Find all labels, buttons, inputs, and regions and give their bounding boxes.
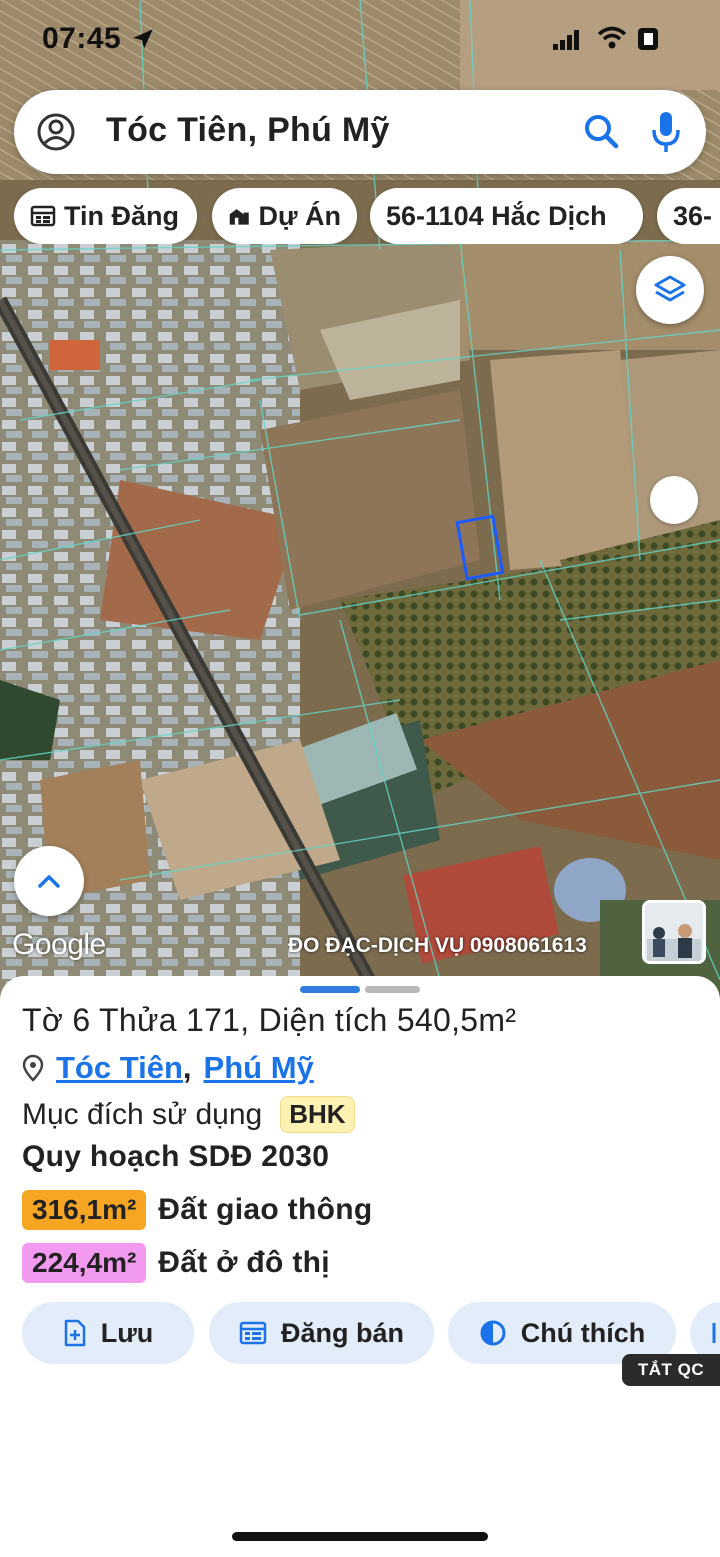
post-sale-button-label: Đăng bán (280, 1317, 404, 1348)
filter-chips: Tin Đăng Dự Án 56-1104 Hắc Dịch 36- (14, 188, 720, 244)
planning-title: Quy hoạch SDĐ 2030 (22, 1140, 330, 1173)
home-indicator[interactable] (232, 1532, 488, 1541)
location-arrow-icon (133, 29, 153, 49)
advertiser-thumbnail[interactable] (642, 900, 706, 964)
parcel-info-sheet: Tờ 6 Thửa 171, Diện tích 540,5m² Tóc Tiê… (0, 976, 720, 1557)
search-input[interactable]: Tóc Tiên, Phú Mỹ (106, 111, 390, 150)
zone-label: Đất ở đô thị (158, 1246, 330, 1279)
purpose-code-badge: BHK (280, 1096, 355, 1133)
chip-label: 56-1104 Hắc Dịch (386, 200, 607, 231)
chip-parcel-search[interactable]: 56-1104 Hắc Dịch (370, 188, 643, 244)
calendar-icon (239, 1321, 267, 1345)
wifi-icon (597, 26, 627, 49)
chip-label: 36- (673, 200, 713, 231)
sheet-handle-inactive[interactable] (365, 986, 420, 993)
zone-row: 224,4m² Đất ở đô thị (22, 1243, 330, 1283)
parcel-title: Tờ 6 Thửa 171, Diện tích 540,5m² (22, 1002, 517, 1038)
action-buttons: Lưu Đăng bán Chú thích (0, 1302, 720, 1364)
zone-label: Đất giao thông (158, 1193, 373, 1226)
purpose-label: Mục đích sử dụng (22, 1097, 263, 1131)
satellite-map[interactable]: 07:45 Tóc Tiên, Phú Mỹ Tin Đăng Dự Án 56… (0, 0, 720, 1000)
post-sale-button[interactable]: Đăng bán (209, 1302, 434, 1364)
signal-icon (553, 30, 579, 50)
file-add-icon (64, 1319, 85, 1347)
legend-button-label: Chú thích (520, 1317, 646, 1348)
chip-du-an[interactable]: Dự Án (212, 188, 357, 244)
search-icon[interactable] (582, 112, 622, 152)
calendar-icon (30, 205, 56, 227)
save-button-label: Lưu (100, 1317, 154, 1348)
chip-label: Tin Đăng (64, 200, 180, 231)
chip-parcel-search-2[interactable]: 36- (657, 188, 720, 244)
sheet-handle-active[interactable] (300, 986, 360, 993)
district-link[interactable]: Phú Mỹ (204, 1050, 314, 1086)
chip-label: Dự Án (258, 200, 341, 231)
account-icon[interactable] (36, 112, 76, 152)
chip-tin-dang[interactable]: Tin Đăng (14, 188, 197, 244)
building-icon (229, 209, 249, 225)
location-row: Tóc Tiên , Phú Mỹ (22, 1050, 314, 1086)
save-button[interactable]: Lưu (22, 1302, 194, 1364)
share-icon (712, 1323, 716, 1343)
people-photo-icon (645, 903, 703, 961)
location-separator: , (182, 1050, 192, 1085)
google-logo: Google (12, 928, 106, 961)
battery-icon (638, 28, 658, 50)
commune-link[interactable]: Tóc Tiên (56, 1050, 183, 1086)
zone-area-badge: 224,4m² (22, 1243, 147, 1283)
location-pin-icon (22, 1054, 44, 1082)
status-bar: 07:45 (0, 0, 720, 80)
chevron-up-icon (38, 875, 60, 888)
microphone-icon[interactable] (650, 110, 682, 154)
contrast-icon (480, 1320, 506, 1346)
status-time: 07:45 (42, 22, 122, 55)
map-control-dot[interactable] (650, 476, 698, 524)
layers-button[interactable] (636, 256, 704, 324)
search-bar[interactable]: Tóc Tiên, Phú Mỹ (14, 90, 706, 174)
layers-icon (654, 275, 686, 302)
zone-area-badge: 316,1m² (22, 1190, 147, 1230)
map-watermark: ĐO ĐẠC-DỊCH VỤ 0908061613 (288, 934, 587, 957)
land-use-purpose-row: Mục đích sử dụng BHK (22, 1096, 355, 1133)
expand-sheet-button[interactable] (14, 846, 84, 916)
zone-row: 316,1m² Đất giao thông (22, 1190, 372, 1230)
ad-off-button[interactable]: TẮT QC (622, 1354, 720, 1386)
